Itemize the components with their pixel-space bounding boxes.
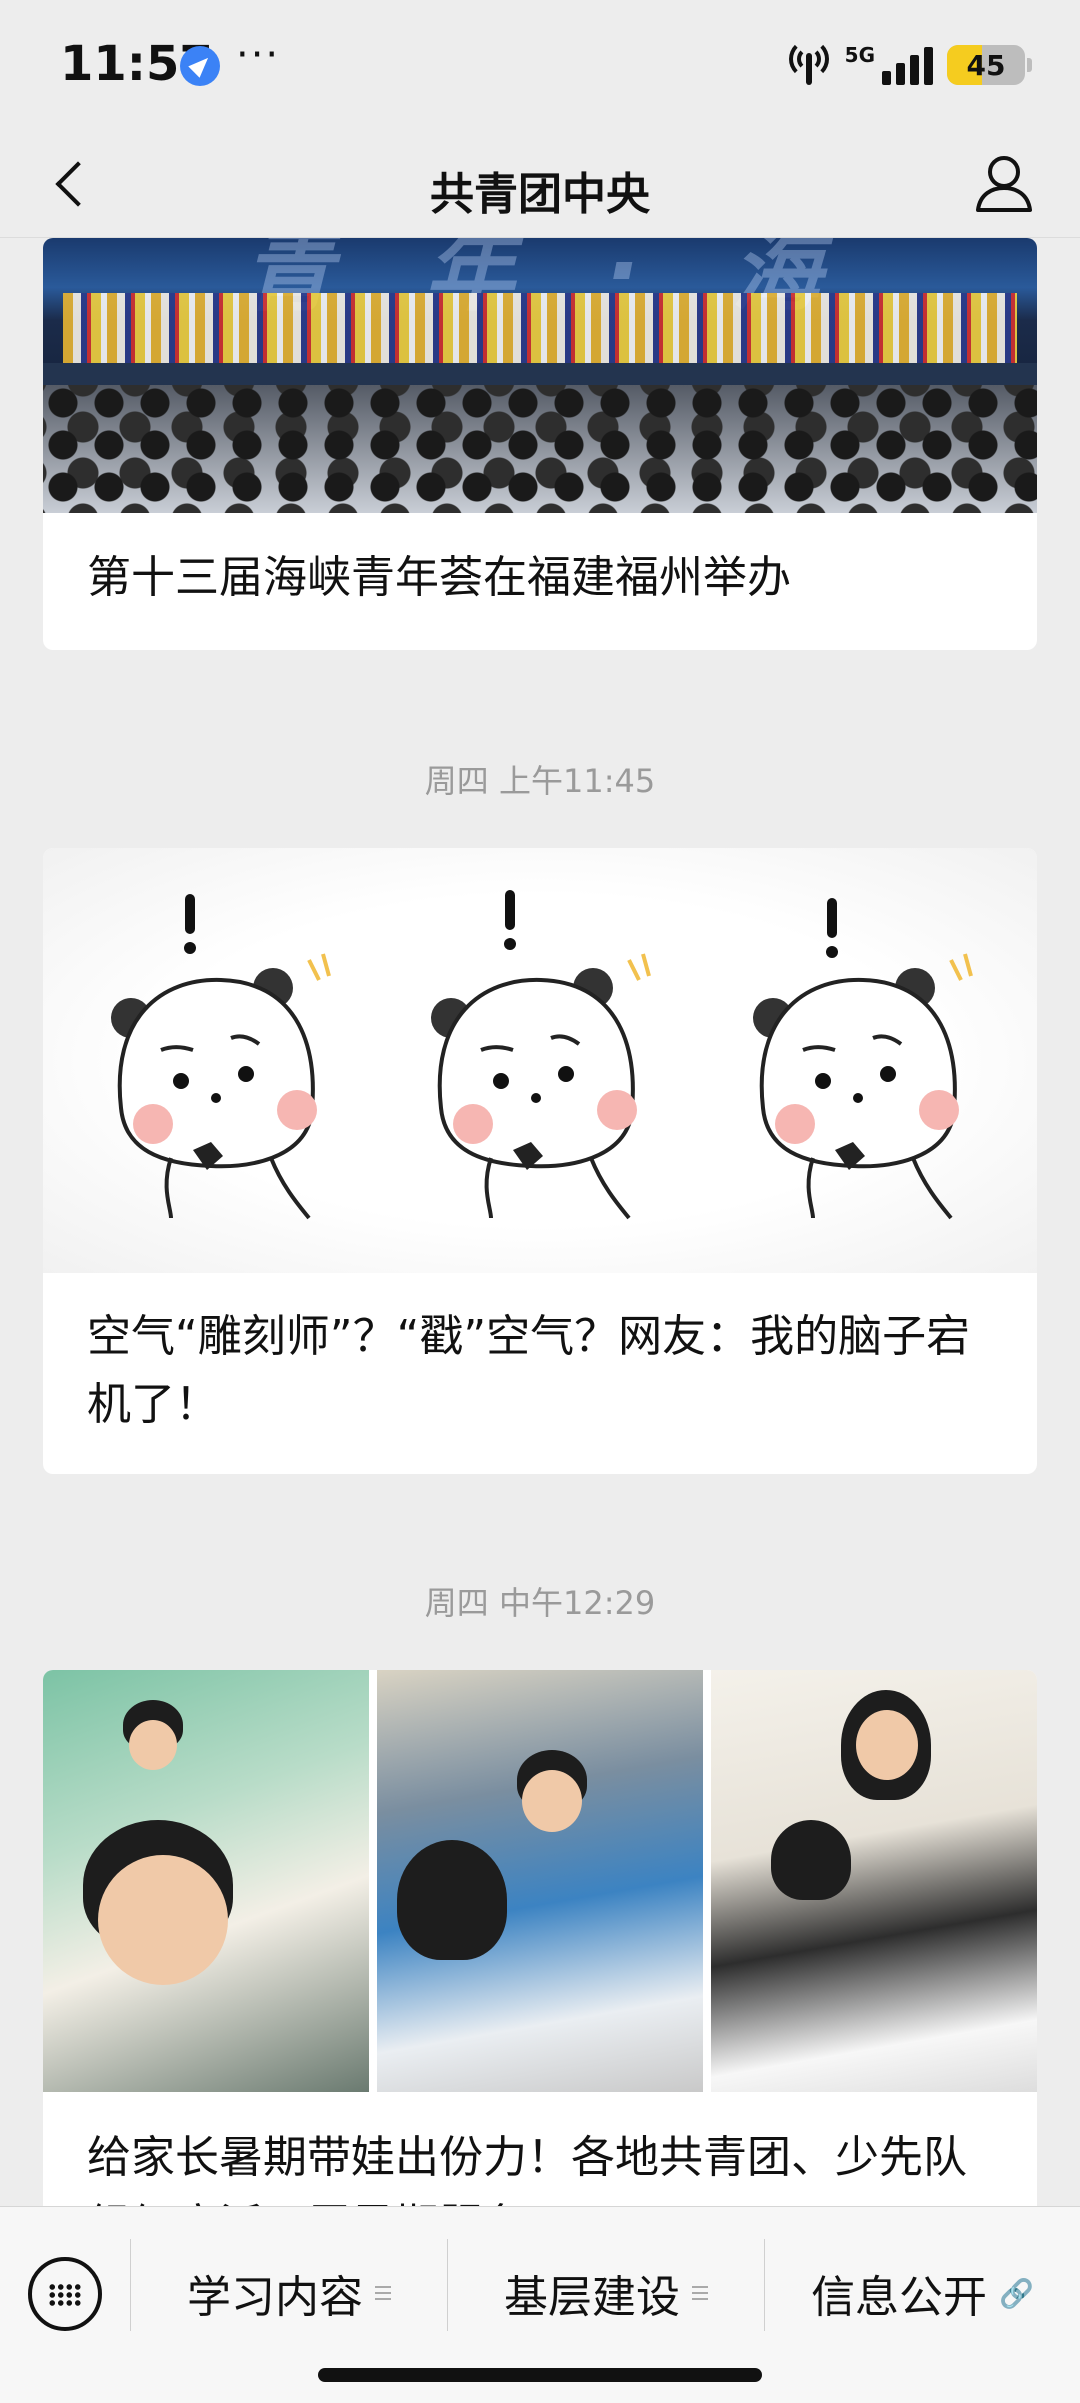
page-title: 共青团中央 — [430, 169, 650, 220]
menu-item-label: 信息公开 — [811, 2272, 988, 2323]
more-status-icon: ··· — [236, 32, 281, 78]
hotspot-signal-icon — [787, 39, 831, 87]
menu-lines-icon — [692, 2286, 708, 2300]
menu-item-label: 基层建设 — [504, 2272, 680, 2323]
message-timestamp: 周四 上午11:45 — [424, 762, 656, 800]
kids-photo — [43, 1670, 369, 2092]
nav-bar: 共青团中央 — [0, 130, 1080, 238]
profile-icon[interactable] — [968, 148, 1040, 220]
article-title: 空气“雕刻师”？“戳”空气？网友：我的脑子宕机了！ — [87, 1311, 971, 1430]
kids-photo — [377, 1670, 703, 2092]
kids-photo — [711, 1670, 1037, 2092]
article-card[interactable]: 给家长暑期带娃出份力！各地共青团、少先队组织广泛开展暑期服务 — [43, 1670, 1037, 2230]
battery-icon: 45 — [947, 45, 1025, 85]
article-card[interactable]: 空气“雕刻师”？“戳”空气？网友：我的脑子宕机了！ — [43, 848, 1037, 1474]
location-arrow-icon — [180, 46, 220, 86]
message-timestamp: 周四 中午12:29 — [424, 1584, 656, 1622]
article-cover-image — [43, 1670, 1037, 2092]
cellular-signal-icon: 5G — [845, 45, 933, 85]
home-indicator[interactable] — [318, 2368, 762, 2382]
article-card[interactable]: 青 年 · 海 第十三届海峡青年荟在福建福州举办 — [43, 238, 1037, 650]
status-indicators: 5G 45 — [787, 39, 1032, 90]
menu-item-grassroots[interactable]: 基层建设 — [448, 2235, 764, 2351]
battery-percent: 45 — [966, 49, 1006, 82]
menu-item-study[interactable]: 学习内容 — [131, 2235, 447, 2351]
network-type: 5G — [844, 43, 875, 67]
menu-item-label: 学习内容 — [187, 2272, 363, 2323]
menu-item-info[interactable]: 信息公开 🔗 — [765, 2235, 1080, 2351]
keyboard-icon[interactable] — [28, 2257, 102, 2331]
panda-sticker-image — [431, 890, 651, 1220]
article-title: 第十三届海峡青年荟在福建福州举办 — [87, 552, 791, 603]
link-icon: 🔗 — [999, 2276, 1034, 2310]
panda-sticker-image — [111, 894, 331, 1220]
article-cover-image: 青 年 · 海 — [43, 238, 1037, 513]
article-cover-image — [43, 848, 1037, 1273]
panda-sticker-image — [753, 898, 973, 1220]
status-bar: 11:57 ··· 5G 45 — [0, 0, 1080, 130]
menu-lines-icon — [375, 2286, 391, 2300]
